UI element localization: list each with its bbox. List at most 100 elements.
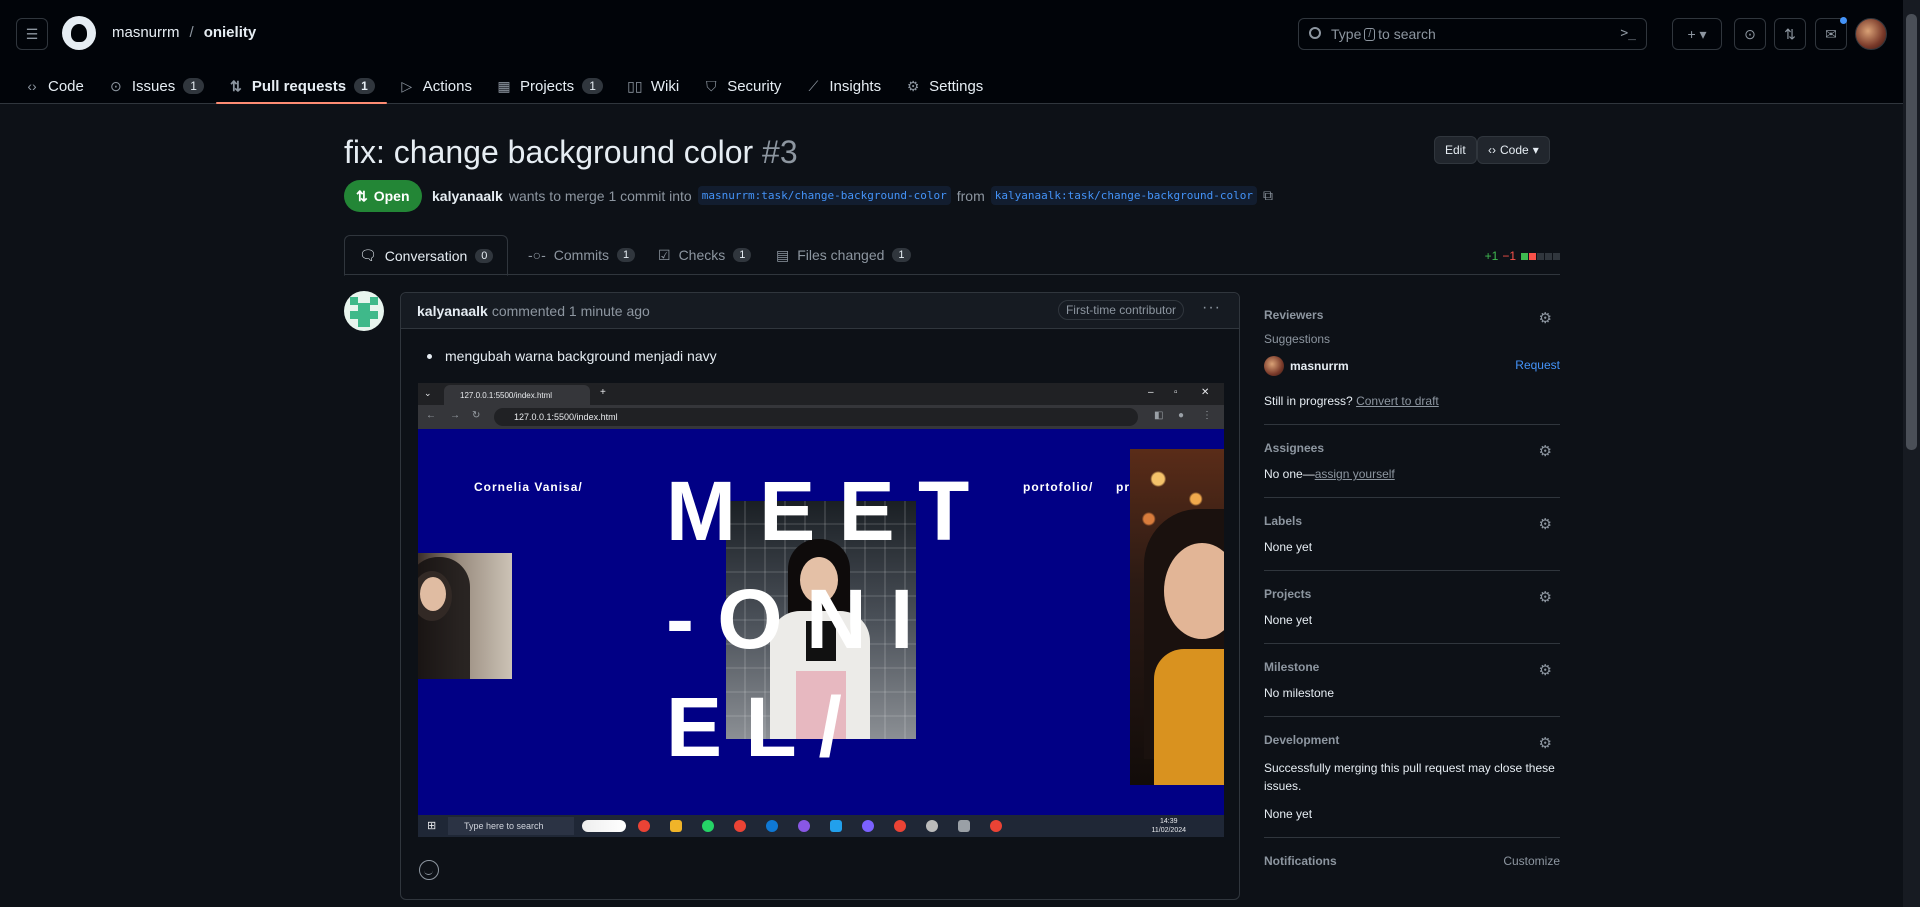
- sidebar-labels: Labels ⚙ None yet: [1264, 498, 1560, 571]
- chrome-icon: [638, 820, 650, 832]
- commit-icon: -○-: [528, 247, 546, 263]
- close-icon: ✕: [1201, 387, 1210, 398]
- taskbar-clock: 14:39 11/02/2024: [1151, 817, 1186, 835]
- play-icon: ▷: [401, 77, 413, 94]
- repo-link[interactable]: onielity: [204, 24, 257, 41]
- development-heading[interactable]: Development: [1264, 733, 1560, 747]
- tab-files-changed[interactable]: ▤ Files changed 1: [762, 235, 925, 275]
- base-branch[interactable]: masnurrm:task/change-background-color: [697, 186, 951, 205]
- avatar: [1264, 356, 1284, 376]
- menu-icon[interactable]: ☰: [16, 18, 48, 50]
- gear-icon[interactable]: ⚙: [1539, 734, 1552, 752]
- screenshot-page: Cornelia Vanisa/ portofolio/ profile/ M …: [418, 429, 1224, 815]
- user-avatar[interactable]: [1855, 18, 1887, 50]
- minimize-icon: –: [1148, 387, 1154, 398]
- sidebar-projects: Projects ⚙ None yet: [1264, 571, 1560, 644]
- add-reaction-icon[interactable]: [419, 860, 439, 880]
- labels-value: None yet: [1264, 540, 1313, 554]
- nav-item-count: 1: [582, 78, 603, 94]
- sidebar-assignees: Assignees ⚙ No one—assign yourself: [1264, 425, 1560, 498]
- nav-item-wiki[interactable]: ▯▯ Wiki: [615, 68, 691, 104]
- reviewers-heading[interactable]: Reviewers: [1264, 308, 1560, 322]
- breadcrumb-separator: /: [189, 24, 194, 41]
- file-diff-icon: ▤: [776, 246, 790, 263]
- comment-list-item: mengubah warna background menjadi navy: [427, 348, 717, 364]
- gear-icon[interactable]: ⚙: [1539, 515, 1552, 533]
- create-new-button[interactable]: + ▾: [1672, 18, 1722, 50]
- head-branch[interactable]: kalyanaalk:task/change-background-color: [990, 186, 1258, 205]
- draft-prompt: Still in progress? Convert to draft: [1264, 394, 1439, 408]
- tab-count: 1: [617, 248, 636, 262]
- nav-item-code[interactable]: ‹› Code: [12, 68, 96, 104]
- graph-icon: ⟋: [808, 77, 819, 94]
- tab-commits[interactable]: -○- Commits 1: [514, 235, 649, 275]
- reviewer-name[interactable]: masnurrm: [1290, 359, 1349, 373]
- pr-tabs: 🗨 Conversation 0 -○- Commits 1 ☑ Checks …: [344, 235, 1560, 276]
- command-palette-icon[interactable]: >_: [1620, 26, 1636, 41]
- gear-icon[interactable]: ⚙: [1539, 661, 1552, 679]
- assignees-heading[interactable]: Assignees: [1264, 441, 1560, 455]
- gear-icon[interactable]: ⚙: [1539, 442, 1552, 460]
- nav-item-settings[interactable]: ⚙ Settings: [893, 68, 995, 104]
- assign-yourself-link[interactable]: assign yourself: [1315, 467, 1395, 481]
- scrollbar-thumb[interactable]: [1906, 14, 1917, 450]
- nav-item-count: 1: [183, 78, 204, 94]
- screenshot-heading-line-1: M E E T: [666, 464, 970, 558]
- notification-dot: [1840, 17, 1847, 24]
- tab-conversation[interactable]: 🗨 Conversation 0: [344, 235, 509, 276]
- code-button[interactable]: ‹› Code ▾: [1477, 136, 1550, 164]
- gear-icon[interactable]: ⚙: [1539, 588, 1552, 606]
- github-desktop-icon: [798, 820, 810, 832]
- search-shortcut-key: /: [1364, 27, 1376, 41]
- convert-to-draft-link[interactable]: Convert to draft: [1356, 394, 1439, 408]
- checklist-icon: ☑: [658, 246, 671, 263]
- projects-heading[interactable]: Projects: [1264, 587, 1560, 601]
- nav-item-label: Settings: [929, 77, 984, 95]
- code-button-label: Code: [1500, 143, 1529, 157]
- customize-link[interactable]: Customize: [1503, 854, 1560, 868]
- forward-icon: →: [450, 410, 460, 421]
- nav-item-issues[interactable]: ⊙ Issues 1: [96, 68, 216, 104]
- top-bar: ☰ masnurrm / onielity Type / to search >…: [0, 0, 1920, 68]
- avatar[interactable]: [344, 291, 384, 331]
- code-icon: ‹›: [1488, 143, 1496, 157]
- milestone-heading[interactable]: Milestone: [1264, 660, 1560, 674]
- screenshot-heading-line-3: E L /: [666, 680, 842, 774]
- chevron-down-icon: ▾: [1532, 143, 1539, 157]
- diffstat-blocks: [1520, 249, 1560, 263]
- nav-item-security[interactable]: ⛉ Security: [691, 68, 793, 104]
- copilot-icon: [582, 820, 626, 832]
- taskbar-search: Type here to search: [448, 817, 574, 835]
- gear-icon[interactable]: ⚙: [1539, 309, 1552, 327]
- nav-item-label: Security: [727, 77, 782, 95]
- search-input[interactable]: Type / to search >_: [1298, 18, 1647, 50]
- suggested-reviewer: masnurrm Request: [1264, 356, 1560, 376]
- edit-button[interactable]: Edit: [1434, 136, 1477, 164]
- repo-nav: ‹› Code ⊙ Issues 1 ⇅ Pull requests 1 ▷ Actions ▦ Pr…: [0, 68, 995, 104]
- request-review-button[interactable]: Request: [1515, 358, 1560, 372]
- pull-requests-icon[interactable]: ⇅: [1774, 18, 1806, 50]
- owner-link[interactable]: masnurrm: [112, 24, 180, 41]
- nav-item-projects[interactable]: ▦ Projects 1: [484, 68, 615, 104]
- github-logo-icon[interactable]: [62, 16, 96, 50]
- kebab-menu-icon[interactable]: ···: [1202, 299, 1221, 317]
- author-link[interactable]: kalyanaalk: [432, 188, 503, 204]
- restore-icon: ▫: [1174, 387, 1178, 398]
- nav-item-actions[interactable]: ▷ Actions: [387, 68, 484, 104]
- settings-icon: [926, 820, 938, 832]
- comment-time[interactable]: 1 minute ago: [569, 303, 650, 319]
- assignees-value: No one—assign yourself: [1264, 467, 1395, 481]
- nav-item-insights[interactable]: ⟋ Insights: [793, 68, 893, 104]
- nav-item-pull-requests[interactable]: ⇅ Pull requests 1: [215, 68, 387, 104]
- issues-icon[interactable]: ⊙: [1734, 18, 1766, 50]
- search-placeholder-suffix: to search: [1378, 26, 1436, 42]
- page-title: fix: change background color #3: [344, 134, 798, 171]
- book-icon: ▯▯: [627, 77, 643, 94]
- nav-item-label: Issues: [131, 77, 176, 95]
- copy-icon[interactable]: ⧉: [1263, 187, 1273, 204]
- comment-author[interactable]: kalyanaalk: [417, 303, 488, 319]
- vscode-icon: [830, 820, 842, 832]
- tab-checks[interactable]: ☑ Checks 1: [644, 235, 765, 275]
- labels-heading[interactable]: Labels: [1264, 514, 1560, 528]
- back-icon: ←: [426, 410, 436, 421]
